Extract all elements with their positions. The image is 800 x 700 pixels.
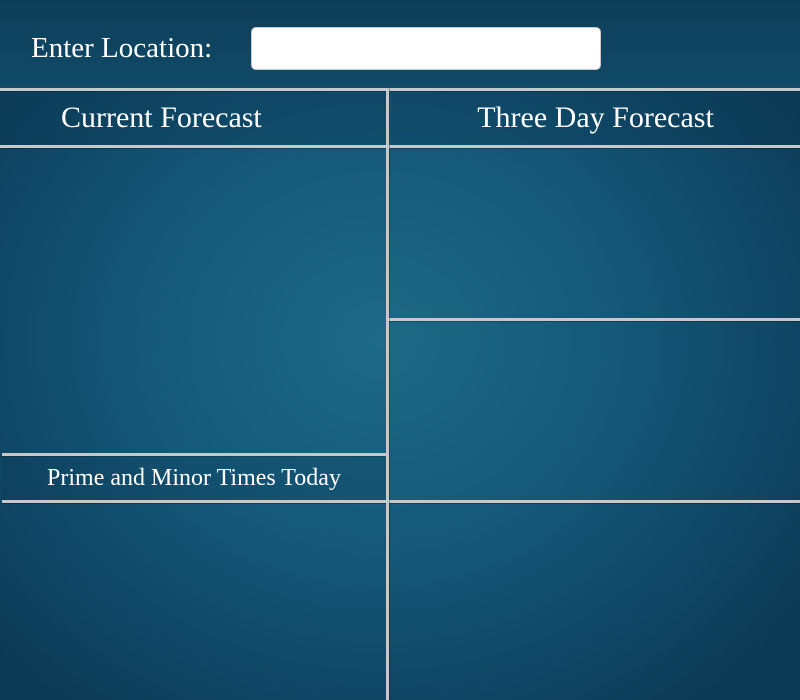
divider-prime-top — [2, 453, 386, 456]
location-bar: Enter Location: — [0, 0, 800, 88]
forecast-day-2-panel — [389, 321, 800, 500]
location-input[interactable] — [251, 27, 601, 70]
prime-minor-times-header: Prime and Minor Times Today — [2, 457, 386, 500]
current-forecast-panel — [0, 148, 386, 453]
three-day-forecast-title: Three Day Forecast — [477, 101, 714, 134]
current-forecast-header: Current Forecast — [0, 91, 386, 145]
three-day-forecast-header: Three Day Forecast — [391, 91, 800, 145]
location-label: Enter Location: — [31, 32, 213, 64]
forecast-day-1-panel — [389, 148, 800, 318]
forecast-day-3-panel — [389, 503, 800, 700]
prime-minor-times-title: Prime and Minor Times Today — [47, 465, 341, 491]
prime-minor-times-panel — [0, 503, 386, 700]
current-forecast-title: Current Forecast — [61, 101, 262, 134]
